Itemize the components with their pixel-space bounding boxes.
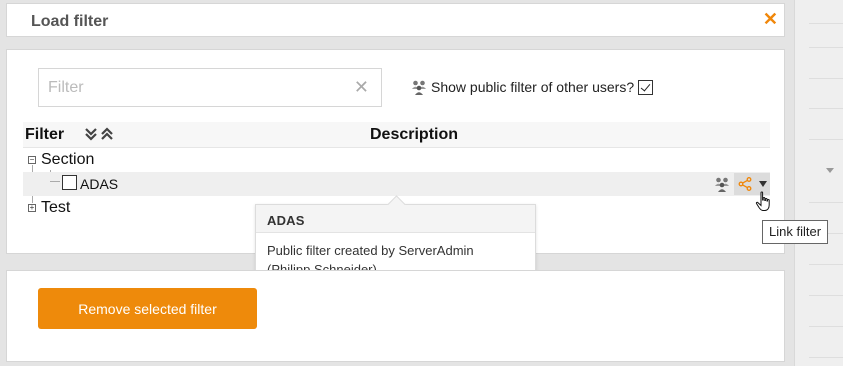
public-filter-checkbox[interactable] (638, 79, 654, 95)
users-group-icon (412, 80, 426, 95)
table-header: Filter Description (23, 122, 770, 148)
dialog-header: Load filter ✕ (6, 3, 785, 37)
close-icon[interactable]: ✕ (763, 10, 778, 28)
collapse-node-icon[interactable]: − (28, 156, 36, 164)
caret-down-icon (759, 181, 767, 187)
chevron-down-icon[interactable] (826, 168, 834, 173)
link-filter-tooltip: Link filter (762, 220, 829, 244)
filter-search-input[interactable] (39, 69, 339, 106)
adas-checkbox[interactable] (62, 175, 77, 190)
public-filter-label: Show public filter of other users? (431, 79, 635, 95)
public-users-icon (715, 177, 729, 192)
tree-node-label: ADAS (80, 176, 119, 192)
dialog-title: Load filter (31, 13, 109, 30)
column-header-filter: Filter (25, 126, 65, 143)
public-filter-toggle[interactable]: Show public filter of other users? (411, 78, 654, 96)
tree-node-label: Section (41, 151, 95, 168)
tree-node-adas[interactable]: ADAS (23, 172, 770, 196)
share-icon (738, 177, 752, 191)
actions-panel: Remove selected filter (6, 270, 785, 362)
collapse-all-icon[interactable] (100, 127, 114, 141)
sort-controls (84, 127, 114, 141)
expand-all-icon[interactable] (84, 127, 98, 141)
popover-title: ADAS (256, 205, 535, 233)
column-header-description: Description (370, 126, 459, 143)
clear-icon[interactable]: ✕ (354, 78, 369, 96)
tree-node-label: Test (41, 199, 71, 216)
popover-body-line: Public filter created by ServerAdmin (267, 243, 474, 258)
hand-cursor-icon (755, 191, 770, 211)
tree-node-section[interactable]: − Section (23, 148, 770, 203)
search-box: ✕ (38, 68, 382, 107)
remove-selected-filter-button[interactable]: Remove selected filter (38, 288, 257, 329)
expand-node-icon[interactable]: + (28, 204, 36, 212)
background-list-strip (794, 0, 843, 366)
link-filter-button[interactable] (734, 173, 756, 195)
